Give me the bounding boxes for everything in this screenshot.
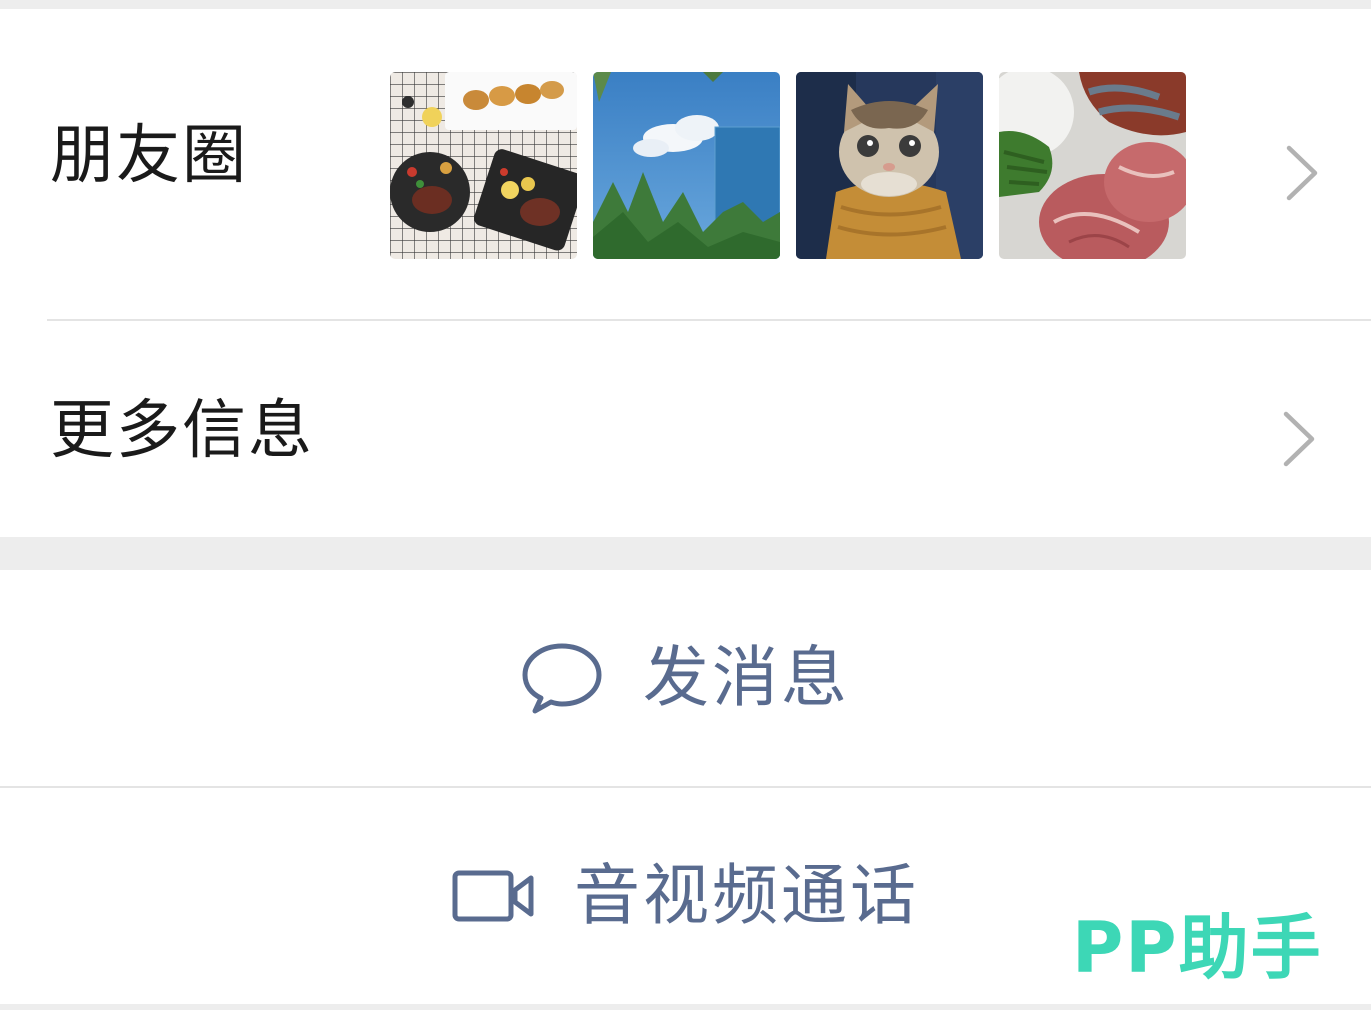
profile-info-card: 朋友圈 更多信息 xyxy=(0,9,1371,537)
chevron-right-icon xyxy=(1283,411,1315,467)
more-info-label: 更多信息 xyxy=(50,394,314,468)
moments-row[interactable]: 朋友圈 xyxy=(0,9,1371,320)
bottom-background-strip xyxy=(0,1004,1371,1010)
moments-photo-cat[interactable] xyxy=(796,72,983,259)
send-message-button[interactable]: 发消息 xyxy=(0,570,1371,786)
chat-bubble-icon xyxy=(522,643,602,714)
moments-photo-food[interactable] xyxy=(390,72,577,259)
video-camera-icon xyxy=(452,870,534,922)
moments-photo-strip xyxy=(390,72,1186,259)
top-background-strip xyxy=(0,0,1371,9)
video-call-label: 音视频通话 xyxy=(574,857,919,934)
chevron-right-icon xyxy=(1286,145,1318,201)
moments-photo-meat[interactable] xyxy=(999,72,1186,259)
moments-photo-sky[interactable] xyxy=(593,72,780,259)
more-info-row[interactable]: 更多信息 xyxy=(0,321,1371,537)
section-gap xyxy=(0,537,1371,570)
moments-label: 朋友圈 xyxy=(50,119,248,193)
pp-assistant-watermark: PP助手 xyxy=(1072,907,1323,989)
send-message-label: 发消息 xyxy=(643,639,850,716)
